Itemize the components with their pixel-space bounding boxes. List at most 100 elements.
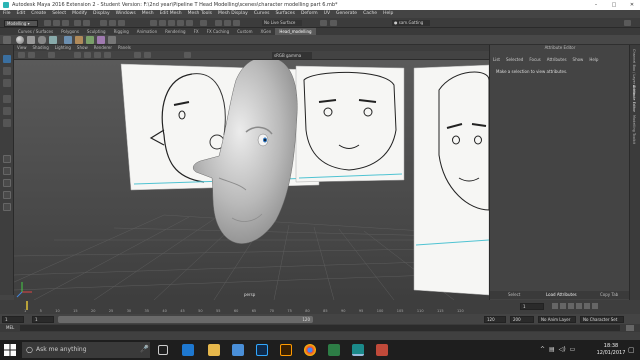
gamma-selector[interactable]: sRGB gamma [272,52,312,59]
attr-menu-focus[interactable]: Focus [526,57,543,62]
snap-view-icon[interactable] [177,20,184,26]
live-surface-field[interactable]: No Live Surface [262,20,302,26]
select-tool-icon[interactable] [3,55,11,63]
new-scene-icon[interactable] [44,20,51,26]
attr-menu-list[interactable]: List [490,57,503,62]
chrome-icon[interactable] [304,344,316,356]
menu-mesh[interactable]: Mesh [139,10,157,18]
camera-icon[interactable] [18,52,25,58]
mel-input[interactable] [20,325,620,331]
menu-curves[interactable]: Curves [251,10,273,18]
anim-start-field[interactable]: 1 [2,316,24,323]
tab-fx[interactable]: FX [190,28,203,35]
menu-edit-mesh[interactable]: Edit Mesh [157,10,185,18]
render-settings-icon[interactable] [233,20,240,26]
menu-windows[interactable]: Windows [113,10,139,18]
history-icon[interactable] [200,20,207,26]
menu-generate[interactable]: Generate [333,10,360,18]
move-tool-icon[interactable] [3,95,11,103]
illustrator-icon[interactable] [280,344,292,356]
time-slider[interactable]: 1 5 10 15 20 25 30 35 40 45 50 55 60 65 70 75 80 85 90 95 10… [0,300,640,314]
save-scene-icon[interactable] [62,20,69,26]
outliner-layout-icon[interactable] [3,179,11,187]
resolution-gate-icon[interactable] [184,52,191,58]
tab-attribute-editor[interactable]: Attribute Editor [632,85,636,112]
smooth-shade-icon[interactable] [84,52,91,58]
multi-cut-icon[interactable] [97,36,105,44]
viewport-3d[interactable]: persp [14,60,489,300]
tab-head-modelling[interactable]: Head_modelling [275,28,316,35]
lasso-tool-icon[interactable] [3,67,11,75]
menu-surfaces[interactable]: Surfaces [272,10,298,18]
render-frame-icon[interactable] [215,20,222,26]
merge-icon[interactable] [86,36,94,44]
select-button[interactable]: Select [508,291,520,299]
menu-uv[interactable]: UV [321,10,333,18]
playback-start-field[interactable]: 1 [32,316,54,323]
play-back-icon[interactable] [568,303,574,309]
snap-grid-icon[interactable] [150,20,157,26]
load-attributes-button[interactable]: Load Attributes [546,291,577,299]
textured-icon[interactable] [94,52,101,58]
paint-select-icon[interactable] [3,79,11,87]
notifications-icon[interactable]: ▢ [628,346,635,354]
tab-sculpting[interactable]: Sculpting [83,28,110,35]
play-forward-icon[interactable] [576,303,582,309]
sculpt-icon[interactable] [330,20,337,26]
mel-label[interactable]: MEL [6,324,14,332]
volume-icon[interactable]: ◁) [559,346,566,354]
xray-icon[interactable] [134,52,141,58]
character-set-selector[interactable]: No Character Set [580,316,624,323]
tab-animation[interactable]: Animation [133,28,161,35]
tab-curves-surfaces[interactable]: Curves / Surfaces [14,28,57,35]
login-button[interactable]: ● sam.Gatting [392,20,430,26]
menu-select[interactable]: Select [49,10,69,18]
lights-icon[interactable] [104,52,111,58]
menu-mesh-display[interactable]: Mesh Display [215,10,251,18]
open-scene-icon[interactable] [53,20,60,26]
magnet-icon[interactable] [186,20,193,26]
menu-modify[interactable]: Modify [69,10,90,18]
photoshop-icon[interactable] [256,344,268,356]
tab-rendering[interactable]: Rendering [161,28,189,35]
menu-help[interactable]: Help [380,10,396,18]
microphone-icon[interactable]: 🎤 [140,345,149,353]
step-back-icon[interactable] [560,303,566,309]
menu-display[interactable]: Display [90,10,113,18]
network-icon[interactable]: ▤ [549,346,555,354]
workspace-icon[interactable] [624,20,631,26]
grid-toggle-icon[interactable] [48,52,55,58]
menu-deform[interactable]: Deform [298,10,321,18]
menu-cache[interactable]: Cache [360,10,380,18]
chevron-up-icon[interactable]: ^ [540,346,545,354]
extrude-icon[interactable] [64,36,72,44]
windows-start-icon[interactable] [4,344,16,356]
app-icon-2[interactable] [376,344,388,356]
select-object-icon[interactable] [109,20,116,26]
copy-tab-button[interactable]: Copy Tab [600,291,618,299]
isolate-icon[interactable] [144,52,151,58]
select-hierarchy-icon[interactable] [100,20,107,26]
store-icon[interactable] [232,344,244,356]
anim-end-field[interactable]: 200 [510,316,534,323]
minimize-button[interactable]: – [588,0,604,10]
range-bar[interactable]: 120 [58,316,313,323]
maximize-button[interactable]: □ [606,0,622,10]
playback-end-field[interactable]: 120 [484,316,506,323]
go-to-start-icon[interactable] [552,303,558,309]
edge-browser-icon[interactable] [182,344,194,356]
file-explorer-icon[interactable] [208,344,220,356]
symmetry-icon[interactable] [320,20,327,26]
attr-menu-help[interactable]: Help [586,57,601,62]
image-plane-icon[interactable] [28,52,35,58]
script-editor-icon[interactable] [626,325,634,331]
select-component-icon[interactable] [118,20,125,26]
tab-polygons[interactable]: Polygons [57,28,83,35]
maya-taskbar-icon[interactable] [352,344,364,356]
close-button[interactable]: ✕ [624,0,640,10]
tab-modelling-toolkit[interactable]: Modelling Toolkit [632,115,636,144]
attr-menu-selected[interactable]: Selected [503,57,526,62]
undo-icon[interactable] [74,20,81,26]
task-view-icon[interactable] [158,345,168,355]
cortana-search-box[interactable]: ○ Ask me anything 🎤 [22,342,150,358]
